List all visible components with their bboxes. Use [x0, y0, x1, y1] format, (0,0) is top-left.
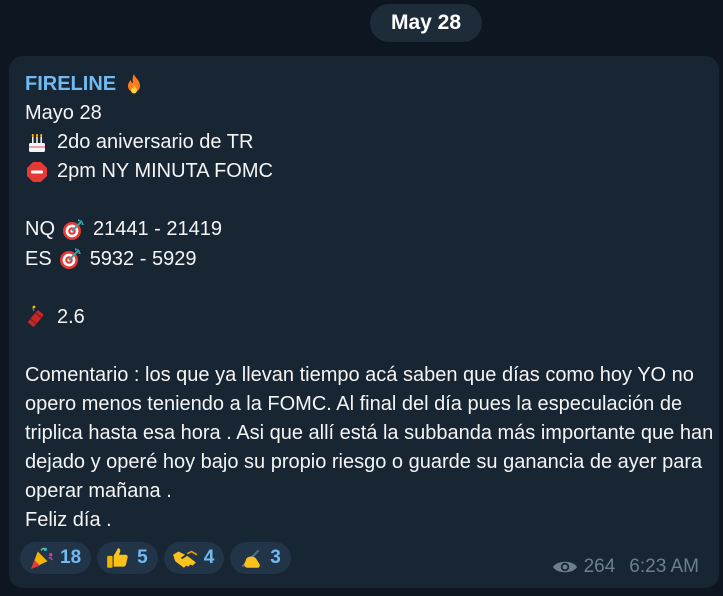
closing-text: Feliz día .	[25, 509, 112, 532]
reaction-count: 5	[137, 547, 148, 568]
date-separator-label: May 28	[390, 11, 462, 34]
chat-view: May 28 FIRELINE Mayo 28 2do aniversario …	[0, 0, 723, 596]
message-body: FIRELINE Mayo 28 2do aniversario de TR 2…	[25, 70, 715, 536]
handshake-icon	[172, 545, 198, 571]
reactions-bar: 18 5 4 3	[20, 542, 291, 574]
stop-sign-icon	[25, 160, 49, 184]
reaction-count: 4	[203, 547, 215, 568]
message-date-text: Mayo 28	[25, 102, 102, 125]
message-meta: 264 6:23 AM	[552, 556, 699, 578]
dynamite-value: 2.6	[57, 305, 85, 328]
reaction-party-popper[interactable]: 18	[20, 542, 92, 574]
thumbs-up-icon	[105, 545, 131, 571]
view-count: 264	[583, 556, 616, 577]
fomc-line: 2pm NY MINUTA FOMC	[25, 157, 715, 186]
nq-line: NQ 21441 - 21419	[25, 215, 715, 244]
nq-range: 21441 - 21419	[93, 218, 223, 241]
anniversary-text: 2do aniversario de TR	[57, 131, 254, 154]
message-author[interactable]: FIRELINE	[25, 70, 116, 99]
fire-icon	[122, 73, 146, 97]
reaction-handshake[interactable]: 4	[163, 542, 225, 574]
firecracker-icon	[25, 305, 49, 329]
reaction-count: 18	[60, 547, 82, 568]
writing-hand-icon	[238, 545, 264, 571]
reaction-writing-hand[interactable]: 3	[230, 542, 291, 574]
closing-line: Feliz día .	[25, 506, 715, 535]
es-line: ES 5932 - 5929	[25, 245, 715, 274]
reaction-count: 3	[270, 547, 281, 568]
reaction-thumbs-up[interactable]: 5	[97, 542, 158, 574]
message-time: 6:23 AM	[629, 556, 699, 577]
es-label: ES	[25, 247, 52, 270]
party-popper-icon	[28, 545, 54, 571]
direct-hit-target-icon	[58, 247, 82, 271]
message-date-line: Mayo 28	[25, 99, 715, 128]
date-separator: May 28	[370, 4, 482, 42]
nq-label: NQ	[25, 218, 55, 241]
eye-icon	[552, 558, 578, 576]
fomc-text: 2pm NY MINUTA FOMC	[57, 160, 273, 183]
message-author-line: FIRELINE	[25, 70, 715, 99]
birthday-cake-icon	[25, 131, 49, 155]
dynamite-line: 2.6	[25, 303, 715, 332]
direct-hit-target-icon	[61, 218, 85, 242]
anniversary-line: 2do aniversario de TR	[25, 128, 715, 157]
es-range: 5932 - 5929	[89, 247, 197, 270]
comment-paragraph: Comentario : los que ya llevan tiempo ac…	[25, 363, 714, 503]
